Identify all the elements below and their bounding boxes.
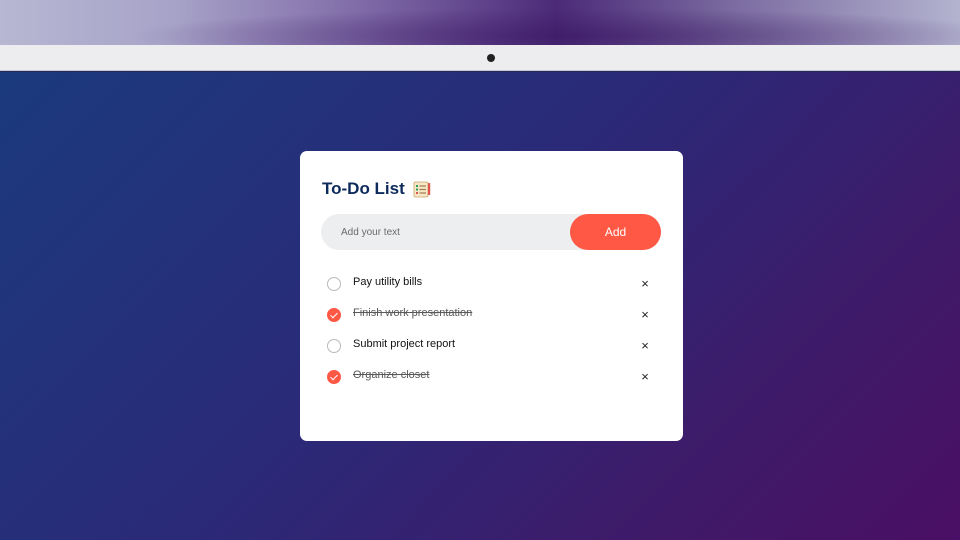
task-item[interactable]: Pay utility bills ×: [320, 268, 665, 299]
task-list: Pay utility bills × Finish work presenta…: [320, 268, 665, 392]
camera-dot: [487, 54, 495, 62]
todo-card: To-Do List Add Pay utility bills ×: [300, 151, 683, 441]
app-header: To-Do List: [322, 179, 431, 199]
blurred-backdrop-strip: [0, 0, 960, 45]
delete-icon[interactable]: ×: [638, 276, 652, 292]
task-text[interactable]: Organize closet: [353, 369, 429, 381]
task-input[interactable]: [341, 222, 561, 242]
task-item[interactable]: Organize closet ×: [320, 361, 665, 392]
add-button[interactable]: Add: [570, 214, 661, 250]
add-task-row: Add: [321, 214, 661, 250]
page-title: To-Do List: [322, 179, 405, 198]
checklist-icon: [413, 180, 431, 198]
task-text[interactable]: Finish work presentation: [353, 307, 472, 319]
task-text[interactable]: Pay utility bills: [353, 276, 422, 288]
task-checkbox[interactable]: [327, 370, 341, 384]
task-text[interactable]: Submit project report: [353, 338, 455, 350]
task-checkbox[interactable]: [327, 339, 341, 353]
task-checkbox[interactable]: [327, 308, 341, 322]
browser-toolbar: [0, 45, 960, 71]
checkmark-icon: [330, 372, 338, 381]
task-item[interactable]: Finish work presentation ×: [320, 299, 665, 330]
delete-icon[interactable]: ×: [638, 307, 652, 323]
delete-icon[interactable]: ×: [638, 338, 652, 354]
checkmark-icon: [330, 310, 338, 319]
task-checkbox[interactable]: [327, 277, 341, 291]
delete-icon[interactable]: ×: [638, 369, 652, 385]
task-item[interactable]: Submit project report ×: [320, 330, 665, 361]
